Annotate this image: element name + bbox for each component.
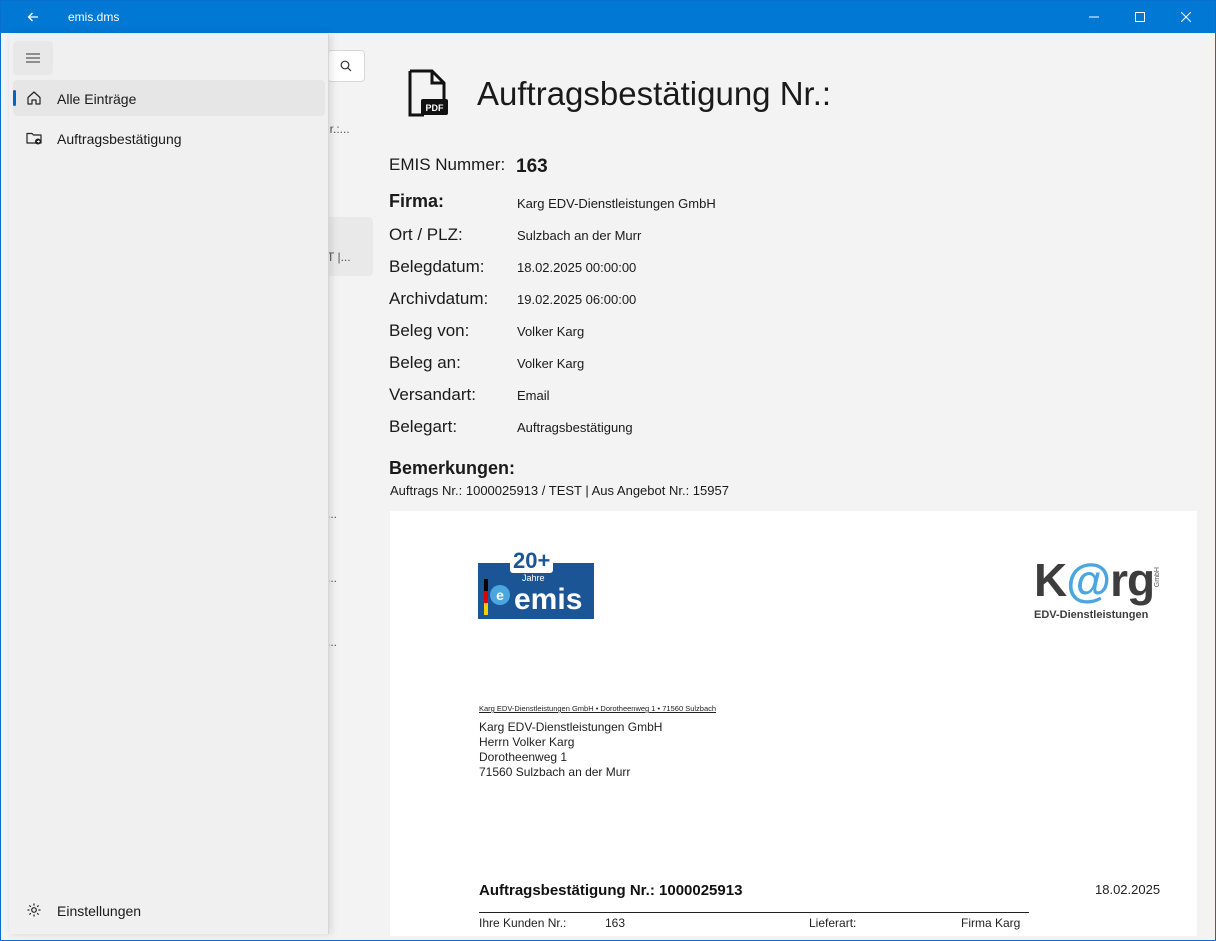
emis-logo-jahre: Jahre xyxy=(522,573,545,583)
field-label-ort: Ort / PLZ: xyxy=(389,225,463,244)
field-value-beleg-von: Volker Karg xyxy=(517,324,585,339)
field-value-beleg-an: Volker Karg xyxy=(517,356,585,371)
field-label-belegart: Belegart: xyxy=(389,417,458,436)
pdf-file-icon: PDF xyxy=(408,69,448,117)
gear-icon xyxy=(25,901,43,919)
window-title: emis.dms xyxy=(68,10,120,24)
karg-logo-gmbh: GmbH xyxy=(1154,567,1161,588)
field-label-versandart: Versandart: xyxy=(389,385,476,404)
address-line: 71560 Sulzbach an der Murr xyxy=(479,765,631,779)
selection-indicator xyxy=(13,90,16,106)
nav-item-einstellungen[interactable]: Einstellungen xyxy=(13,892,325,928)
maximize-button[interactable] xyxy=(1117,1,1163,33)
kunden-nr-value: 163 xyxy=(605,916,626,930)
nav-item-label: Alle Einträge xyxy=(57,91,137,107)
app-window: emis.dms lr.:... T |... ... ... ... PDF … xyxy=(0,0,1216,941)
document-heading: Auftragsbestätigung Nr.: 1000025913 xyxy=(479,882,743,899)
field-label-archivdatum: Archivdatum: xyxy=(389,289,489,308)
emis-e-icon: e xyxy=(490,585,510,605)
lieferart-value: Firma Karg xyxy=(961,916,1021,930)
navigation-pane: Alle Einträge Auftragsbestätigung Einste… xyxy=(9,34,329,934)
nav-item-label: Auftragsbestätigung xyxy=(57,131,182,147)
svg-text:PDF: PDF xyxy=(426,103,445,113)
field-value-archivdatum: 19.02.2025 06:00:00 xyxy=(517,292,637,307)
maximize-icon xyxy=(1135,12,1145,22)
back-button[interactable] xyxy=(15,1,51,33)
field-label-belegdatum: Belegdatum: xyxy=(389,257,485,276)
address-line: Karg EDV-Dienstleistungen GmbH xyxy=(479,720,663,734)
karg-logo-subtitle: EDV-Dienstleistungen xyxy=(1034,609,1149,621)
title-bar: emis.dms xyxy=(1,1,1215,33)
menu-toggle-button[interactable] xyxy=(13,41,53,75)
minimize-icon xyxy=(1089,16,1099,18)
search-button[interactable] xyxy=(327,50,365,82)
list-item[interactable]: T |... xyxy=(327,250,351,264)
german-flag-icon xyxy=(484,579,488,615)
close-button[interactable] xyxy=(1163,1,1209,33)
emis-logo-word: emis xyxy=(514,583,583,616)
karg-logo: K@rg xyxy=(1034,554,1155,606)
remarks-value: Auftrags Nr.: 1000025913 / TEST | Aus An… xyxy=(390,483,729,498)
field-value-versandart: Email xyxy=(517,388,550,403)
kunden-nr-label: Ihre Kunden Nr.: xyxy=(479,916,567,930)
back-arrow-icon xyxy=(27,12,38,22)
field-value-belegart: Auftragsbestätigung xyxy=(517,420,633,435)
minimize-button[interactable] xyxy=(1071,1,1117,33)
address-line: Herrn Volker Karg xyxy=(479,735,575,749)
nav-item-auftragsbestaetigung[interactable]: Auftragsbestätigung xyxy=(13,120,325,156)
address-line: Dorotheenweg 1 xyxy=(479,750,568,764)
nav-item-alle-eintraege[interactable]: Alle Einträge xyxy=(13,80,325,116)
field-label-beleg-von: Beleg von: xyxy=(389,321,470,340)
list-item[interactable]: lr.:... xyxy=(327,122,350,136)
field-value-belegdatum: 18.02.2025 00:00:00 xyxy=(517,260,637,275)
home-icon xyxy=(25,89,43,107)
nav-item-label: Einstellungen xyxy=(57,903,142,919)
field-label-firma: Firma: xyxy=(389,191,445,211)
document-date: 18.02.2025 xyxy=(1095,882,1161,897)
field-value-ort: Sulzbach an der Murr xyxy=(517,228,642,243)
folder-icon xyxy=(25,129,43,147)
remarks-label: Bemerkungen: xyxy=(389,458,516,478)
list-item-selected[interactable] xyxy=(327,217,373,276)
field-label-beleg-an: Beleg an: xyxy=(389,353,461,372)
document-title: Auftragsbestätigung Nr.: xyxy=(477,75,832,112)
search-icon xyxy=(340,60,352,72)
document-preview[interactable]: 20+ Jahre e emis K@rg GmbH EDV-Dienstlei… xyxy=(390,511,1197,936)
field-value-firma: Karg EDV-Dienstleistungen GmbH xyxy=(517,196,716,211)
emis-logo: 20+ Jahre e emis xyxy=(478,549,594,619)
divider xyxy=(479,912,1029,913)
sender-line: Karg EDV-Dienstleistungen GmbH • Dorothe… xyxy=(479,704,717,713)
lieferart-label: Lieferart: xyxy=(809,916,857,930)
close-icon xyxy=(1181,12,1191,22)
emis-number-value: 163 xyxy=(516,156,548,177)
emis-logo-badge: 20+ xyxy=(510,549,554,573)
hamburger-icon xyxy=(26,53,40,63)
emis-number-label: EMIS Nummer: xyxy=(389,155,506,174)
